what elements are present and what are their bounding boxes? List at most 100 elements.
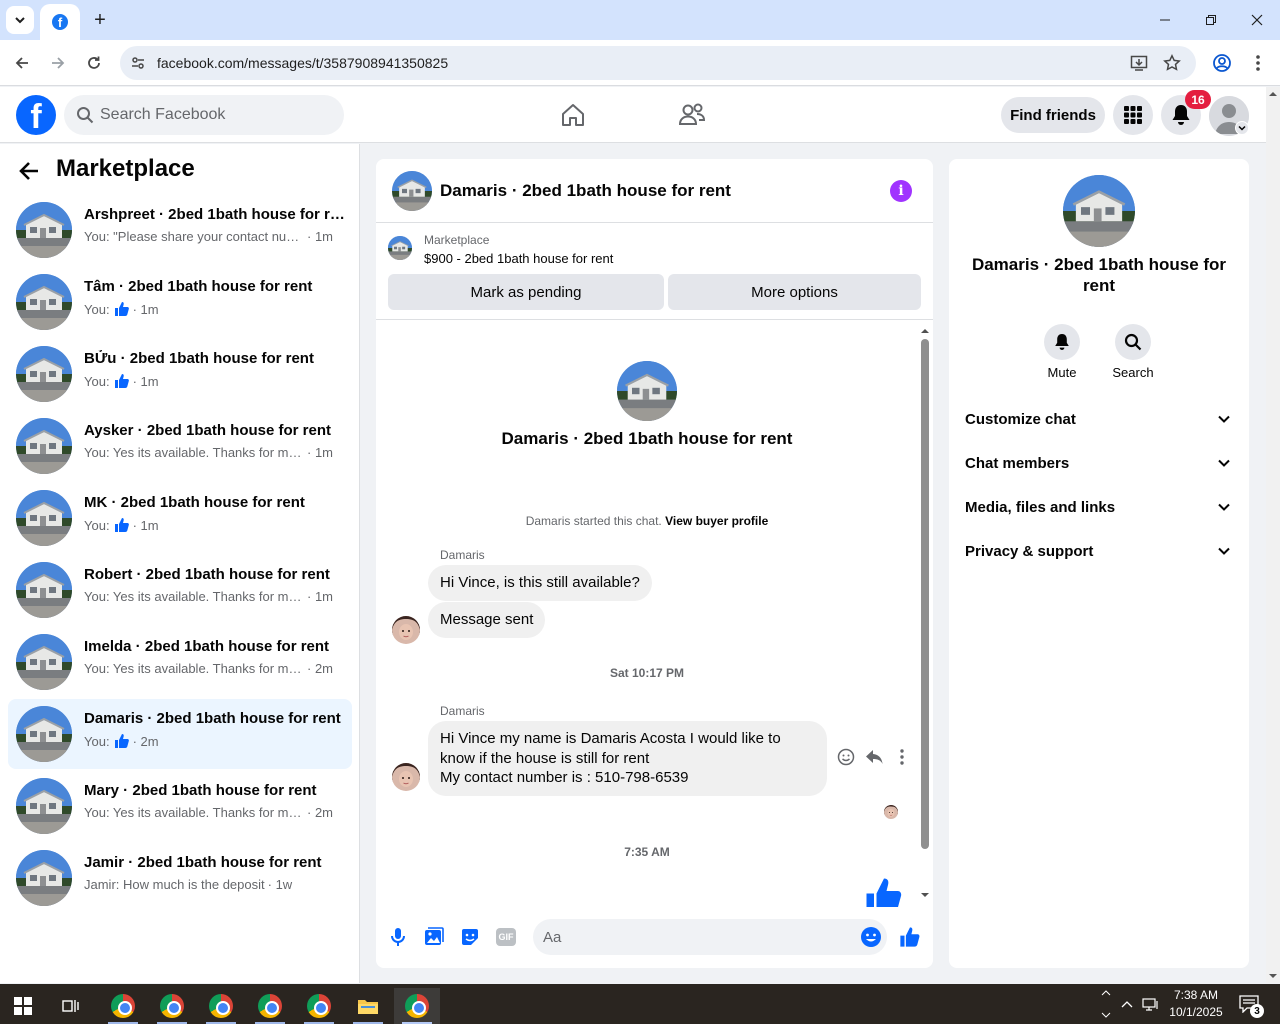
restore-icon bbox=[1206, 15, 1216, 25]
chevron-down-icon bbox=[1101, 1012, 1111, 1018]
details-section-row[interactable]: Media, files and links bbox=[957, 486, 1241, 530]
attach-media-button[interactable] bbox=[422, 925, 446, 949]
chat-avatar[interactable] bbox=[392, 171, 432, 211]
tab-search-button[interactable] bbox=[6, 6, 34, 34]
taskbar-scroll[interactable] bbox=[1099, 984, 1113, 1024]
show-hidden-icons-button[interactable] bbox=[1118, 984, 1136, 1024]
address-bar[interactable]: facebook.com/messages/t/3587908941350825 bbox=[120, 46, 1196, 80]
facebook-search[interactable] bbox=[64, 95, 344, 135]
mark-as-pending-button[interactable]: Mark as pending bbox=[388, 274, 664, 310]
taskbar-chrome-4[interactable] bbox=[247, 988, 293, 1024]
conversation-name: Arshpreet · 2bed 1bath house for rent bbox=[84, 206, 346, 223]
react-button[interactable] bbox=[835, 746, 857, 768]
info-icon[interactable]: i bbox=[890, 180, 912, 202]
taskbar-chrome-2[interactable] bbox=[149, 988, 195, 1024]
scrollbar-thumb[interactable] bbox=[921, 339, 929, 849]
reply-button[interactable] bbox=[863, 746, 885, 768]
facebook-logo[interactable]: f bbox=[16, 95, 56, 135]
conversation-item[interactable]: Mary · 2bed 1bath house for rent You: Yes… bbox=[8, 771, 352, 841]
minimize-button[interactable] bbox=[1142, 0, 1188, 40]
view-buyer-profile-link[interactable]: View buyer profile bbox=[665, 514, 768, 528]
chat-scrollbar[interactable] bbox=[918, 325, 932, 901]
clock[interactable]: 7:38 AM 10/1/2025 bbox=[1164, 984, 1228, 1024]
snippet-time: · 1m bbox=[132, 373, 159, 389]
gif-button[interactable]: GIF bbox=[494, 925, 518, 949]
taskbar-file-explorer[interactable] bbox=[345, 988, 391, 1024]
conversation-item[interactable]: Jamir · 2bed 1bath house for rent Jamir: … bbox=[8, 843, 352, 913]
task-view-icon bbox=[62, 1000, 79, 1012]
mute-button[interactable]: Mute bbox=[1026, 324, 1098, 380]
profile-button[interactable] bbox=[1208, 49, 1236, 77]
home-nav-button[interactable] bbox=[557, 99, 589, 131]
system-message: Damaris started this chat. View buyer pr… bbox=[525, 514, 769, 528]
close-window-button[interactable] bbox=[1234, 0, 1280, 40]
action-center-button[interactable]: 3 bbox=[1236, 984, 1266, 1024]
conversation-item[interactable]: MK · 2bed 1bath house for rent You: · 1m bbox=[8, 483, 352, 553]
chat-title[interactable]: Damaris · 2bed 1bath house for rent bbox=[440, 181, 731, 201]
conversation-snippet: You: Yes its available. Thanks for mess.… bbox=[84, 805, 346, 820]
site-settings-icon[interactable] bbox=[128, 53, 148, 73]
more-actions-button[interactable] bbox=[891, 746, 913, 768]
more-options-button[interactable]: More options bbox=[668, 274, 921, 310]
taskbar-chrome-1[interactable] bbox=[100, 988, 146, 1024]
facebook-favicon-icon: f bbox=[52, 14, 68, 30]
menu-button[interactable] bbox=[1113, 95, 1153, 135]
details-section-row[interactable]: Privacy & support bbox=[957, 530, 1241, 574]
sticker-button[interactable] bbox=[458, 925, 482, 949]
microphone-icon bbox=[391, 928, 405, 946]
home-icon bbox=[562, 104, 584, 126]
conversation-item[interactable]: Robert · 2bed 1bath house for rent You: Y… bbox=[8, 555, 352, 625]
close-icon bbox=[1251, 14, 1263, 26]
back-button[interactable] bbox=[8, 49, 36, 77]
restore-button[interactable] bbox=[1188, 0, 1234, 40]
new-tab-button[interactable]: + bbox=[88, 8, 112, 32]
install-app-icon[interactable] bbox=[1129, 53, 1149, 73]
message-bubble[interactable]: Hi Vince my name is Damaris Acosta I wou… bbox=[428, 721, 827, 796]
message-composer: GIF bbox=[376, 907, 933, 968]
details-section-row[interactable]: Chat members bbox=[957, 442, 1241, 486]
bell-icon bbox=[1055, 334, 1069, 350]
reload-button[interactable] bbox=[80, 49, 108, 77]
conversation-snippet: You: Yes its available. Thanks for mess.… bbox=[84, 589, 346, 604]
browser-menu-button[interactable] bbox=[1244, 49, 1272, 77]
listing-thumbnail[interactable] bbox=[388, 236, 412, 260]
network-button[interactable] bbox=[1141, 984, 1161, 1024]
task-view-button[interactable] bbox=[48, 988, 94, 1024]
conversation-snippet: You: Yes its available. Thanks for mess.… bbox=[84, 661, 346, 676]
snippet-time: · 1m bbox=[307, 589, 333, 604]
conversation-item[interactable]: Damaris · 2bed 1bath house for rent You: ·… bbox=[8, 699, 352, 769]
send-like-button[interactable] bbox=[898, 925, 922, 949]
voice-clip-button[interactable] bbox=[386, 925, 410, 949]
listing-price[interactable]: $900 - 2bed 1bath house for rent bbox=[424, 251, 613, 266]
chrome-icon bbox=[160, 994, 184, 1018]
bookmark-star-icon[interactable] bbox=[1162, 53, 1182, 73]
conversation-item[interactable]: Imelda · 2bed 1bath house for rent You: Y… bbox=[8, 627, 352, 697]
sender-avatar[interactable] bbox=[392, 616, 420, 644]
start-button[interactable] bbox=[0, 988, 46, 1024]
forward-button[interactable] bbox=[44, 49, 72, 77]
account-chevron[interactable] bbox=[1235, 121, 1249, 135]
taskbar-chrome-3[interactable] bbox=[198, 988, 244, 1024]
browser-tab-facebook[interactable]: f bbox=[40, 4, 80, 40]
message-input[interactable] bbox=[543, 919, 843, 955]
details-section-row[interactable]: Customize chat bbox=[957, 398, 1241, 442]
conversation-item[interactable]: Aysker · 2bed 1bath house for rent You: Y… bbox=[8, 411, 352, 481]
smiley-icon bbox=[837, 748, 855, 766]
find-friends-button[interactable]: Find friends bbox=[1001, 97, 1105, 133]
page-scrollbar[interactable] bbox=[1266, 87, 1280, 983]
taskbar-chrome-5[interactable] bbox=[296, 988, 342, 1024]
message-bubble[interactable]: Message sent bbox=[428, 602, 546, 638]
search-in-chat-button[interactable]: Search bbox=[1097, 324, 1169, 380]
back-button[interactable] bbox=[18, 157, 40, 185]
details-avatar[interactable] bbox=[1063, 175, 1135, 247]
friends-nav-button[interactable] bbox=[676, 99, 708, 131]
emoji-icon[interactable] bbox=[860, 926, 882, 948]
sender-avatar[interactable] bbox=[392, 763, 420, 791]
message-bubble[interactable]: Hi Vince, is this still available? bbox=[428, 565, 652, 601]
thread-avatar[interactable] bbox=[617, 361, 677, 421]
conversation-item[interactable]: Arshpreet · 2bed 1bath house for rent You… bbox=[8, 195, 352, 265]
taskbar-chrome-active[interactable] bbox=[394, 988, 440, 1024]
conversation-item[interactable]: Tâm · 2bed 1bath house for rent You: · 1m bbox=[8, 267, 352, 337]
search-input[interactable] bbox=[100, 95, 330, 135]
conversation-item[interactable]: BỬu · 2bed 1bath house for rent You: · 1m bbox=[8, 339, 352, 409]
